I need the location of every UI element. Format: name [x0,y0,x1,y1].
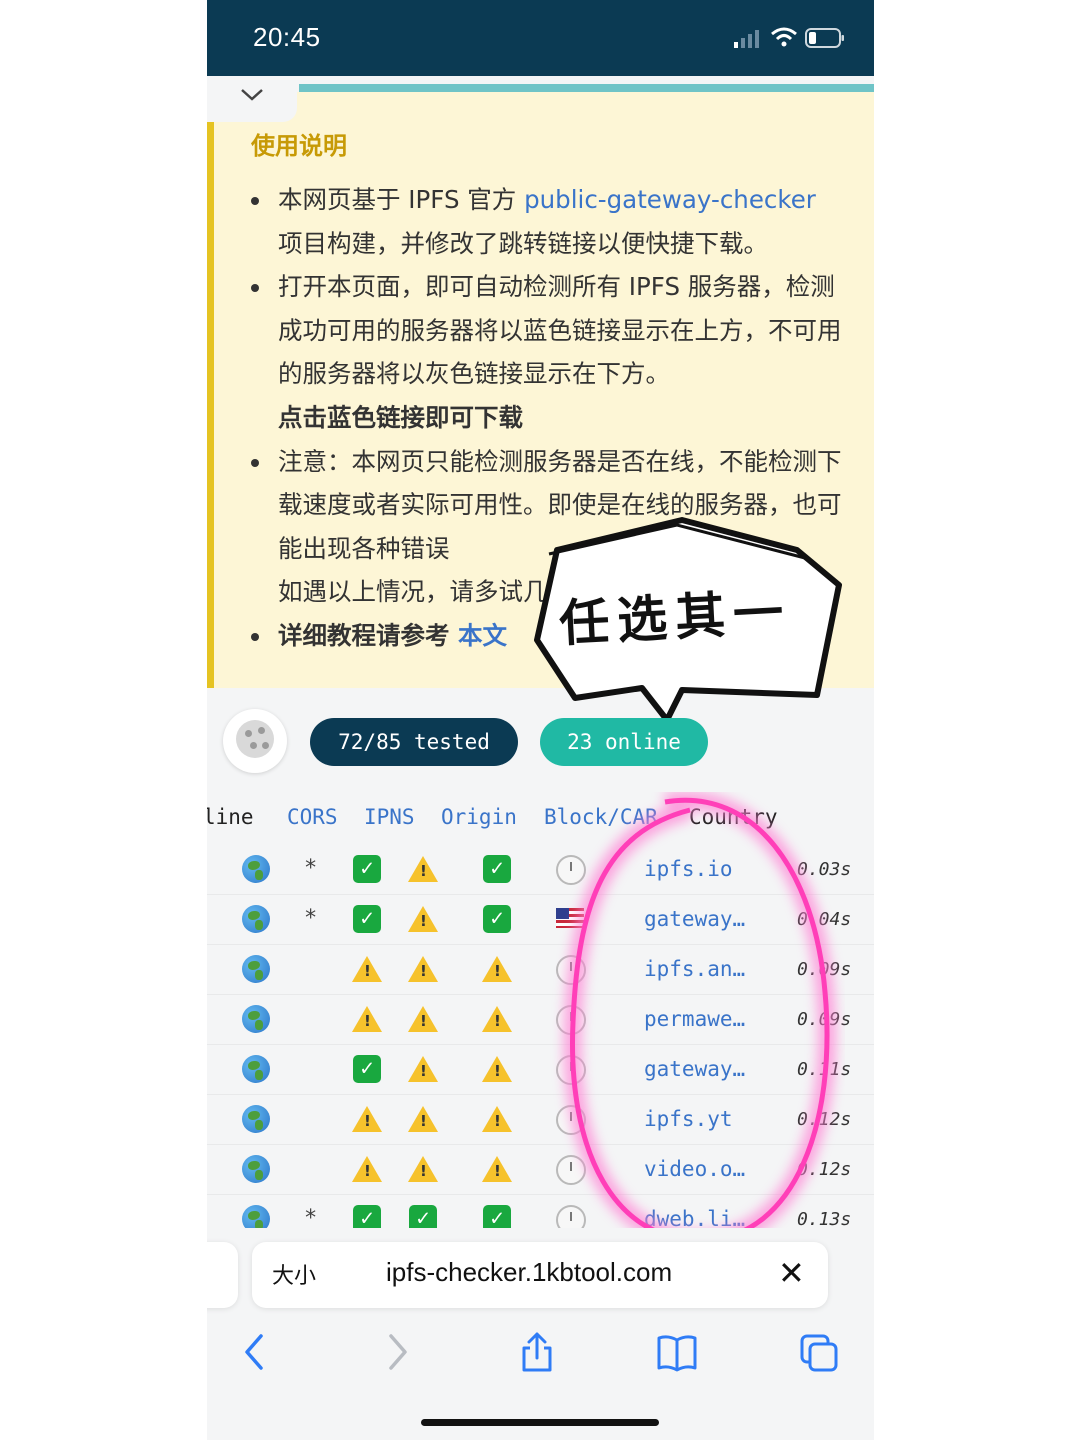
cookie-button[interactable] [223,709,287,773]
collapse-toggle[interactable] [207,76,297,122]
checker-link[interactable]: public-gateway-checker [524,185,816,214]
globe-icon [242,1205,270,1228]
bookmarks-icon[interactable] [656,1330,698,1374]
check-icon: ✓ [483,855,511,883]
globe-icon [242,855,270,883]
warning-icon: ! [408,1156,438,1182]
check-icon: ✓ [409,1205,437,1228]
warning-icon: ! [408,1006,438,1032]
notice-item: 打开本页面，即可自动检测所有 IPFS 服务器，检测成功可用的服务器将以蓝色链接… [251,265,851,439]
warning-icon: ! [352,1106,382,1132]
warning-icon: ! [482,1106,512,1132]
check-icon: ✓ [483,1205,511,1228]
warning-icon: ! [482,956,512,982]
tested-count-badge: 72/85 tested [310,718,518,766]
column-header-origin[interactable]: Origin [441,805,517,829]
address-bar[interactable]: 大小 ipfs-checker.1kbtool.com ✕ [252,1242,828,1308]
warning-icon: ! [408,1056,438,1082]
globe-icon [242,1105,270,1133]
header-accent-line [299,84,874,92]
highlight-circle [563,792,837,1250]
notice-bold-text: 点击蓝色链接即可下载 [278,402,523,432]
column-header-cors[interactable]: CORS [287,805,338,829]
warning-icon: ! [408,906,438,932]
close-icon[interactable]: ✕ [778,1256,805,1290]
status-bar: 20:45 [207,0,874,76]
warning-icon: ! [482,1006,512,1032]
warning-icon: ! [482,1156,512,1182]
globe-icon [242,1005,270,1033]
battery-icon [805,28,844,48]
status-time: 20:45 [253,22,321,52]
asterisk-icon: * [304,856,318,881]
check-icon: ✓ [353,1055,381,1083]
wifi-icon [771,27,797,47]
cookie-icon [236,720,274,758]
phone-screen: 20:45 使用说明 本网页基于 IPFS 官方 public-gateway-… [207,0,874,1440]
globe-icon [242,1055,270,1083]
column-header-ipns[interactable]: IPNS [364,805,415,829]
warning-icon: ! [408,856,438,882]
previous-tab-preview[interactable] [207,1242,238,1308]
check-icon: ✓ [353,1205,381,1228]
warning-icon: ! [482,1056,512,1082]
column-header-online[interactable]: line [207,805,254,829]
globe-icon [242,1155,270,1183]
forward-icon[interactable] [383,1330,413,1374]
globe-icon [242,955,270,983]
notice-text: 项目构建，并修改了跳转链接以便快捷下载。 [278,228,768,258]
notice-text: 打开本页面，即可自动检测所有 IPFS 服务器，检测成功可用的服务器将以蓝色链接… [278,272,842,389]
online-count-badge: 23 online [540,718,708,766]
notice-bold-text: 详细教程请参考 [278,620,459,650]
bubble-text: 任选其一 [557,582,793,654]
back-icon[interactable] [239,1330,269,1374]
chevron-down-icon [239,84,265,110]
signal-icon [734,30,759,48]
asterisk-icon: * [304,906,318,931]
warning-icon: ! [352,956,382,982]
share-icon[interactable] [519,1330,555,1374]
warning-icon: ! [352,1006,382,1032]
warning-icon: ! [408,956,438,982]
warning-icon: ! [352,1156,382,1182]
notice-text: 如遇以上情况，请多试几 [278,577,548,607]
check-icon: ✓ [353,855,381,883]
notice-title: 使用说明 [251,132,347,160]
notice-item: 本网页基于 IPFS 官方 public-gateway-checker 项目构建… [251,178,851,265]
notice-text: 本网页基于 IPFS 官方 [278,185,525,214]
notice-accent-bar [207,120,214,688]
globe-icon [242,905,270,933]
check-icon: ✓ [483,905,511,933]
tutorial-link[interactable]: 本文 [458,621,507,650]
warning-icon: ! [408,1106,438,1132]
home-indicator [421,1419,659,1426]
asterisk-icon: * [304,1206,318,1228]
check-icon: ✓ [353,905,381,933]
url-text[interactable]: ipfs-checker.1kbtool.com [386,1257,672,1288]
tabs-icon[interactable] [799,1330,839,1374]
text-size-button[interactable]: 大小 [272,1258,316,1290]
